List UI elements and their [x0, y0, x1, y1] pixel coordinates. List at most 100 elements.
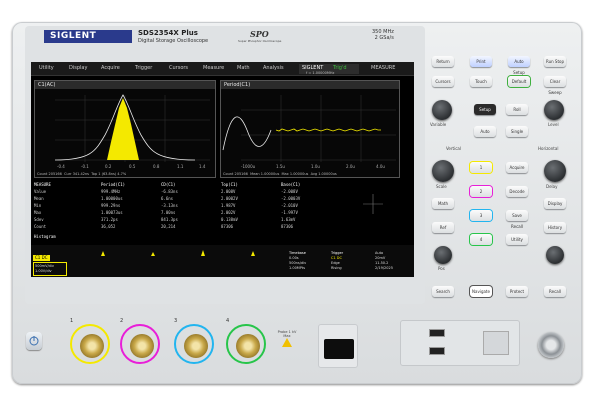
- spo-logo: SPO: [250, 29, 269, 39]
- decode-button[interactable]: Decode: [506, 186, 528, 197]
- single-button[interactable]: Single: [506, 126, 528, 137]
- touch-button[interactable]: Touch: [470, 76, 492, 87]
- measure-row-mean: Mean 1.00000us 6.6ns 2.0002V -2.0003V: [31, 196, 361, 202]
- print-button[interactable]: Print: [470, 56, 492, 67]
- channel-4-bnc[interactable]: [226, 324, 266, 364]
- vertical-position-knob[interactable]: [434, 246, 452, 264]
- measure-tab[interactable]: MEASURE: [371, 65, 395, 71]
- cell: Mean: [34, 196, 44, 201]
- menu-acquire[interactable]: Acquire: [101, 65, 120, 71]
- measure-header-2: CD(C1): [161, 182, 176, 187]
- menu-math[interactable]: Math: [237, 65, 250, 71]
- cursors-button[interactable]: Cursors: [432, 76, 454, 87]
- recall-button[interactable]: Recall: [544, 286, 566, 297]
- acquire-button[interactable]: Acquire: [506, 162, 528, 173]
- cell: -2.008V: [281, 189, 298, 194]
- cell: Min: [34, 203, 42, 208]
- cell: 87306: [221, 224, 234, 229]
- return-button[interactable]: Return: [432, 56, 454, 67]
- horizontal-scale-knob[interactable]: [544, 160, 566, 182]
- trend-panel[interactable]: Period(C1) -1000u 1.5u 1.0u 2.0u 4.0u Co…: [220, 80, 400, 178]
- cell: -6.83ns: [161, 189, 178, 194]
- channel-3-button[interactable]: 3: [470, 210, 492, 221]
- utility-button[interactable]: Utility: [506, 234, 528, 245]
- ch1-scale-box[interactable]: 500mV/div 1.00V/div: [33, 262, 67, 276]
- measure-row-max: Max 1.00073us 7.00ns 2.002V -1.997V: [31, 210, 361, 216]
- menu-bar: Utility Display Acquire Trigger Cursors …: [31, 62, 414, 76]
- cell: 2.002V: [221, 210, 236, 215]
- warning-icon: [282, 338, 292, 347]
- channel-1-bnc[interactable]: [70, 324, 110, 364]
- channel-4-button[interactable]: 4: [470, 234, 492, 245]
- run-stop-button[interactable]: Run Stop: [544, 56, 566, 67]
- ref-button[interactable]: Ref: [432, 222, 454, 233]
- channel-2-button[interactable]: 2: [470, 186, 492, 197]
- histogram-panel[interactable]: C1(AC) -0.4 -0.1 0.2 0.5 0.8 1.1 1.4 Cou…: [34, 80, 216, 178]
- cell: Count: [34, 224, 47, 229]
- menu-display[interactable]: Display: [69, 65, 87, 71]
- cell: 999.29ns: [101, 203, 121, 208]
- channel-2-bnc[interactable]: [120, 324, 160, 364]
- menu-analysis[interactable]: Analysis: [263, 65, 284, 71]
- power-button[interactable]: [26, 332, 42, 350]
- trend-panel-title: Period(C1): [221, 81, 399, 89]
- protect-button[interactable]: Protect: [506, 286, 528, 297]
- save-recall-button[interactable]: Save Recall: [506, 210, 528, 229]
- clear-sweep-button[interactable]: Clear Sweep: [544, 76, 566, 95]
- menu-cursors[interactable]: Cursors: [169, 65, 188, 71]
- trigger-level-knob[interactable]: [544, 100, 564, 120]
- measure-header: MEASURE Period(C1) CD(C1) Top(C1) Base(C…: [31, 182, 361, 188]
- probe-comp-slot[interactable]: [324, 339, 354, 359]
- left-tick-0: -0.4: [57, 164, 65, 169]
- trigger-box[interactable]: Trigger C1 DC Edge Rising: [331, 251, 371, 275]
- measure-header-0: MEASURE: [34, 182, 51, 187]
- timebase-box[interactable]: Timebase 0.00s 500ns/div 1.00MPts: [289, 251, 329, 275]
- auto-button[interactable]: Auto: [474, 126, 496, 137]
- usb-port-1[interactable]: [429, 329, 445, 337]
- setup-button[interactable]: Setup: [474, 104, 496, 115]
- frequency-readout: f = 1.00000MHz: [306, 71, 335, 75]
- channel-4-number: 4: [226, 318, 230, 324]
- aux-port[interactable]: [483, 331, 509, 355]
- trend-mean: Mean 1.00000us: [250, 172, 280, 176]
- trend-plot: -1000u 1.5u 1.0u 2.0u 4.0u: [222, 95, 396, 169]
- search-button[interactable]: Search: [432, 286, 454, 297]
- horizontal-position-knob[interactable]: [546, 246, 564, 264]
- ch1-badge[interactable]: C1 DC: [33, 255, 50, 261]
- variable-knob[interactable]: [432, 100, 452, 120]
- usb-port-2[interactable]: [429, 347, 445, 355]
- menu-measure[interactable]: Measure: [203, 65, 224, 71]
- cell: 1.00000us: [101, 196, 123, 201]
- right-tick-4: 4.0u: [376, 164, 385, 169]
- channel-4-connector: [236, 334, 260, 358]
- channel-3-bnc[interactable]: [174, 324, 214, 364]
- histogram-plot: -0.4 -0.1 0.2 0.5 0.8 1.1 1.4: [54, 94, 210, 169]
- left-tick-3: 0.5: [129, 164, 136, 169]
- menu-trigger[interactable]: Trigger: [135, 65, 152, 71]
- cell: Max: [34, 210, 42, 215]
- trend-avg: Avg 1.00000us: [310, 172, 337, 176]
- trend-max: Max 1.00000us: [281, 172, 309, 176]
- timebase-points: 1.00MPts: [289, 266, 306, 270]
- cell: -2.010V: [281, 203, 298, 208]
- trend-sine: [222, 116, 272, 151]
- navigate-button[interactable]: Navigate: [470, 286, 492, 297]
- hist-current: Curr 341.42ns: [64, 172, 89, 176]
- roll-button[interactable]: Roll: [506, 104, 528, 115]
- status-bar: C1 DC 500mV/div 1.00V/div Timebase 0.00s…: [31, 245, 414, 277]
- right-tick-3: 2.0u: [346, 164, 355, 169]
- cell: 841.3ps: [161, 217, 178, 222]
- display-button[interactable]: Display: [544, 198, 566, 209]
- ext-trigger-bnc[interactable]: [538, 332, 564, 358]
- history-button[interactable]: History: [544, 222, 566, 233]
- auto-setup-button[interactable]: Auto Setup: [508, 56, 530, 75]
- channel-1-button[interactable]: 1: [470, 162, 492, 173]
- cell: 0.138mV: [221, 217, 238, 222]
- menu-utility[interactable]: Utility: [39, 65, 54, 71]
- display-screen[interactable]: Utility Display Acquire Trigger Cursors …: [31, 62, 414, 277]
- horizontal-scale-label: Delay: [546, 184, 558, 189]
- vertical-scale-knob[interactable]: [432, 160, 454, 182]
- vertical-scale-label: Scale: [436, 184, 447, 189]
- default-button[interactable]: Default: [508, 76, 530, 87]
- math-button[interactable]: Math: [432, 198, 454, 209]
